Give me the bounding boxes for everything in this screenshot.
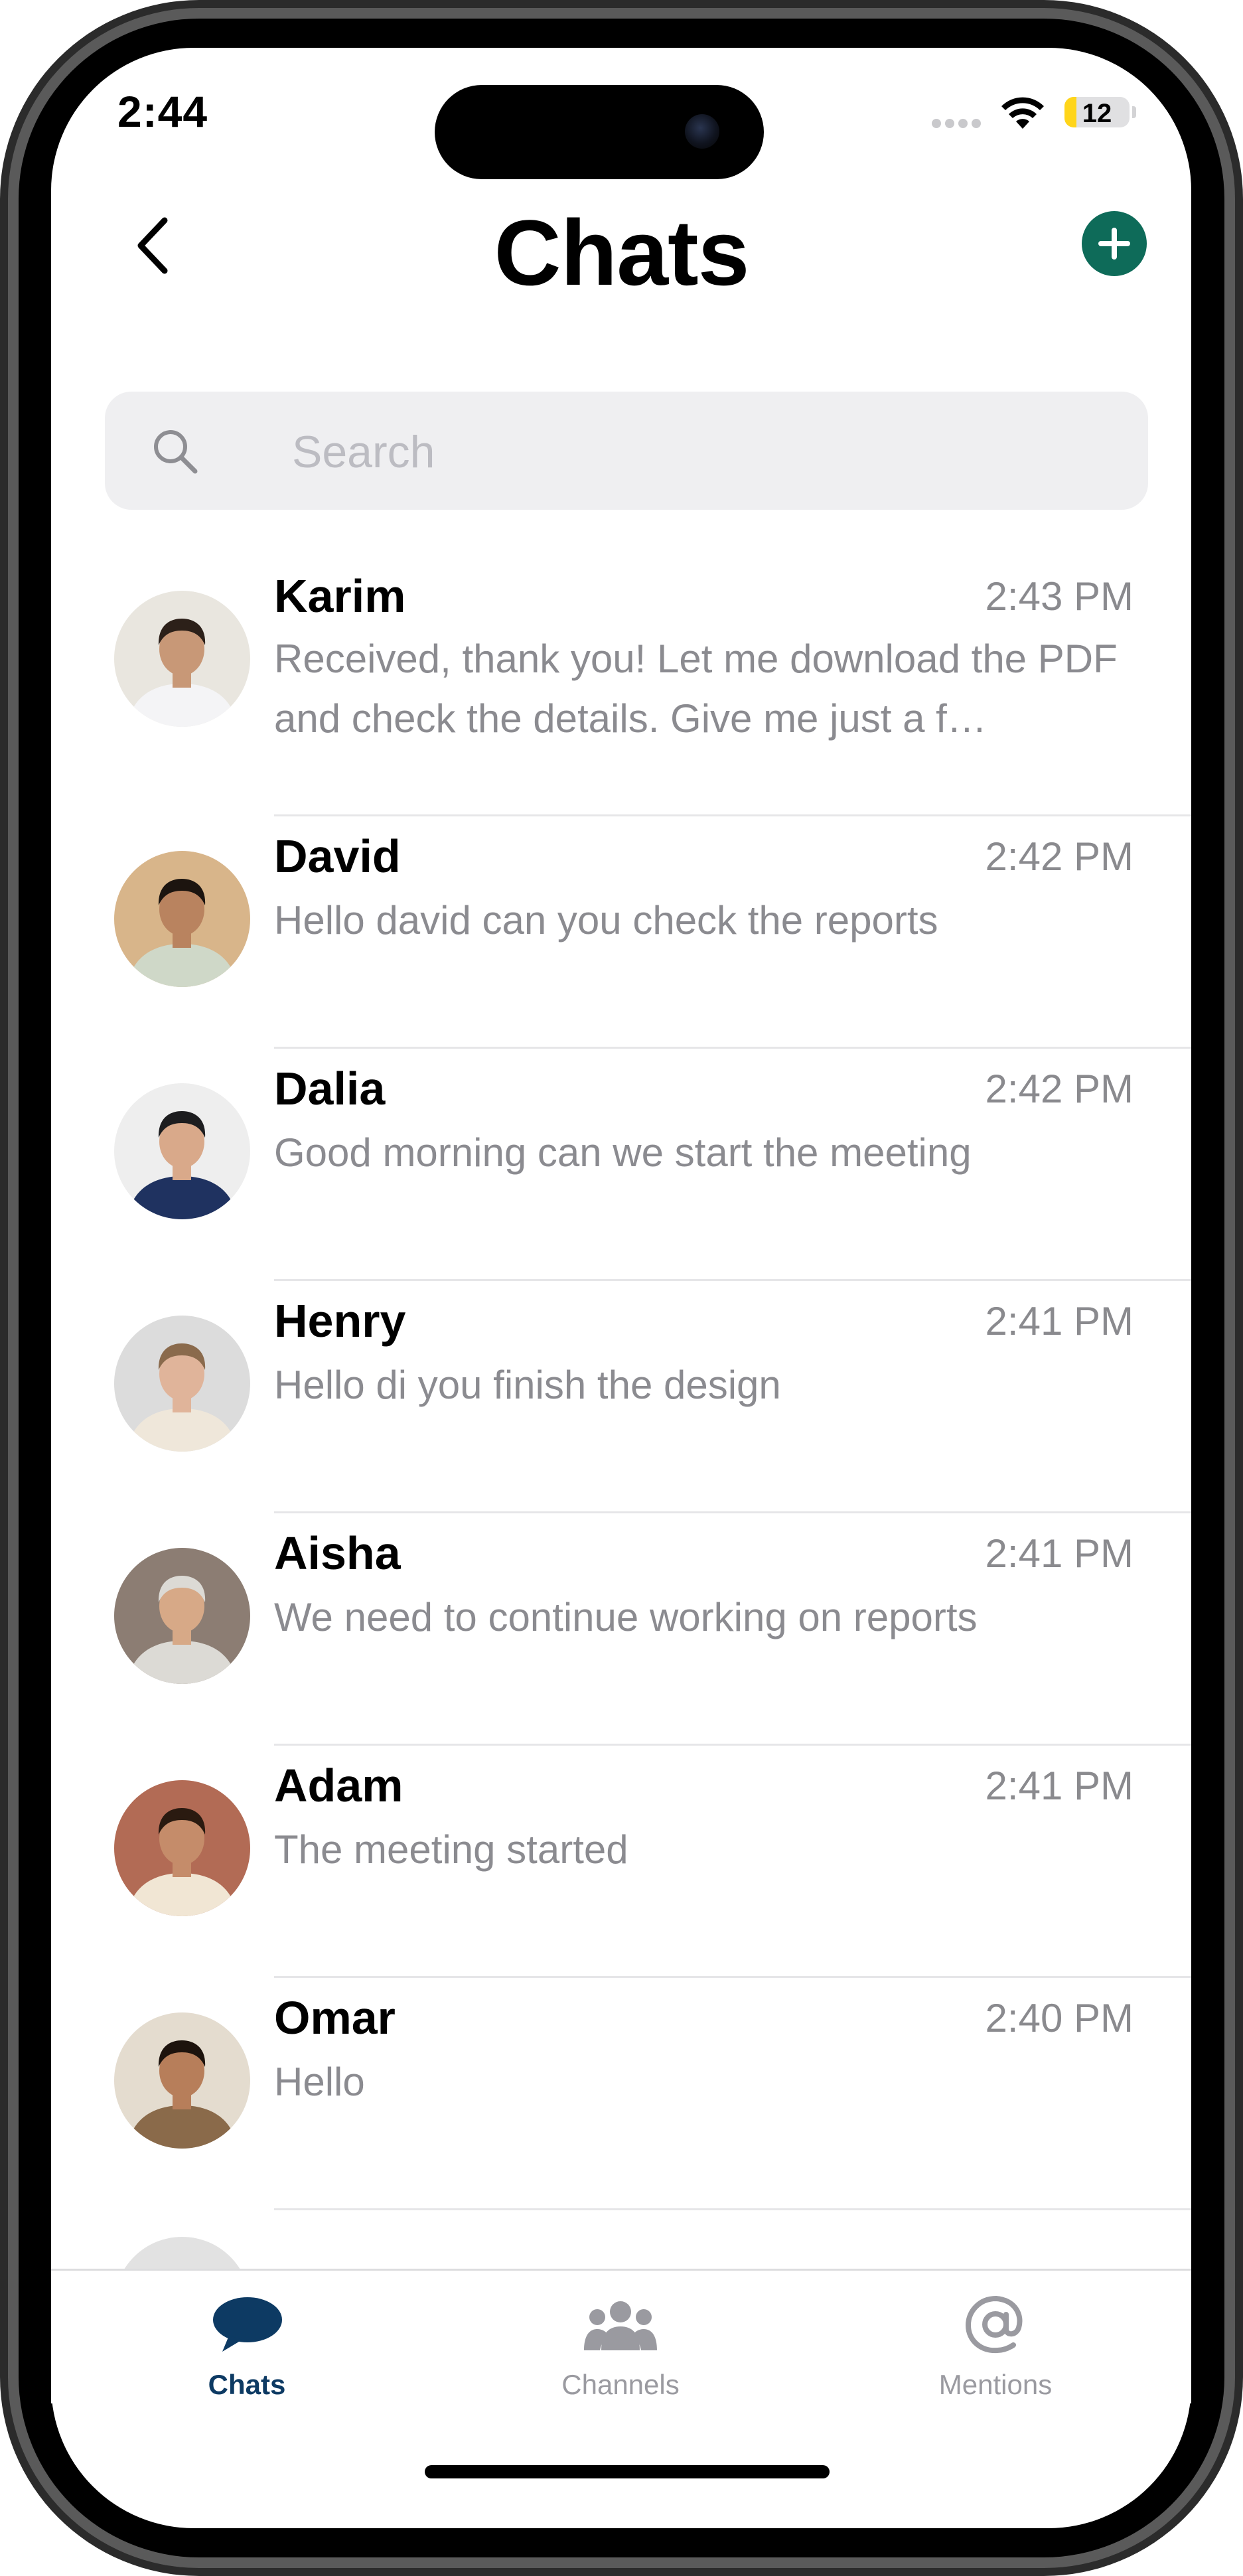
chat-list: Karim 2:43 PM Received, thank you! Let me … <box>51 544 1191 2270</box>
battery-cap <box>1132 106 1136 118</box>
tab-chats[interactable]: Chats <box>114 2271 380 2403</box>
message-time: 2:43 PM <box>985 574 1133 619</box>
chat-row-partial[interactable] <box>51 2210 1191 2270</box>
tab-label: Channels <box>561 2369 680 2400</box>
message-time: 2:42 PM <box>985 834 1133 879</box>
avatar <box>114 2012 250 2149</box>
camera-lens <box>685 114 719 149</box>
avatar <box>114 1083 250 1219</box>
search-icon <box>154 430 198 474</box>
avatar <box>114 1316 250 1452</box>
wifi-icon <box>1001 97 1044 129</box>
avatar <box>114 591 250 727</box>
contact-name: Omar <box>274 1992 396 2044</box>
message-time: 2:41 PM <box>985 1764 1133 1808</box>
message-time: 2:40 PM <box>985 1996 1133 2040</box>
message-preview: Good morning can we start the meeting <box>274 1130 972 1175</box>
chat-row[interactable]: Henry 2:41 PM Hello di you finish the desi… <box>51 1281 1191 1513</box>
message-time: 2:42 PM <box>985 1067 1133 1111</box>
avatar <box>114 851 250 987</box>
message-preview: We need to continue working on reports <box>274 1595 978 1639</box>
tab-channels[interactable]: Channels <box>488 2271 753 2403</box>
chat-row[interactable]: Omar 2:40 PM Hello <box>51 1978 1191 2210</box>
contact-name: Karim <box>274 570 406 622</box>
chat-row[interactable]: Karim 2:43 PM Received, thank you! Let me … <box>51 544 1191 816</box>
at-sign-icon <box>965 2295 1023 2354</box>
chat-row[interactable]: Adam 2:41 PM The meeting started <box>51 1746 1191 1978</box>
status-time: 2:44 <box>117 87 208 136</box>
message-preview: Hello david can you check the reports <box>274 898 938 943</box>
tab-label: Mentions <box>938 2369 1053 2400</box>
avatar <box>114 2237 250 2270</box>
contact-name: Aisha <box>274 1527 401 1579</box>
chat-row[interactable]: David 2:42 PM Hello david can you check th… <box>51 816 1191 1049</box>
contact-name: Dalia <box>274 1063 386 1114</box>
contact-name: Adam <box>274 1760 403 1811</box>
message-time: 2:41 PM <box>985 1299 1133 1343</box>
home-indicator <box>425 2465 830 2478</box>
people-group-icon <box>584 2301 657 2350</box>
search-bar[interactable] <box>105 392 1148 510</box>
avatar <box>114 1548 250 1684</box>
search-input[interactable] <box>291 418 1090 486</box>
cellular-signal-icon <box>932 119 985 131</box>
battery-percent: 12 <box>1082 99 1112 127</box>
message-preview: Hello <box>274 2060 365 2104</box>
battery-icon: 12 <box>1064 97 1130 127</box>
avatar <box>114 1780 250 1916</box>
message-preview: Hello di you finish the design <box>274 1363 781 1407</box>
contact-name: David <box>274 830 401 882</box>
page-title: Chats <box>494 200 750 305</box>
new-chat-button[interactable] <box>1082 211 1147 276</box>
tab-bar: Chats Channels Mentions <box>51 2269 1191 2403</box>
message-time: 2:41 PM <box>985 1531 1133 1576</box>
chat-row[interactable]: Dalia 2:42 PM Good morning can we start th… <box>51 1049 1191 1281</box>
plus-icon <box>1098 228 1130 260</box>
contact-name: Henry <box>274 1295 406 1347</box>
message-preview: Received, thank you! Let me download the… <box>274 637 1118 741</box>
chat-bubble-icon <box>213 2297 282 2352</box>
tab-mentions[interactable]: Mentions <box>863 2271 1128 2403</box>
message-preview: The meeting started <box>274 1827 628 1872</box>
tab-label: Chats <box>208 2369 286 2400</box>
chat-row[interactable]: Aisha 2:41 PM We need to continue working … <box>51 1513 1191 1746</box>
